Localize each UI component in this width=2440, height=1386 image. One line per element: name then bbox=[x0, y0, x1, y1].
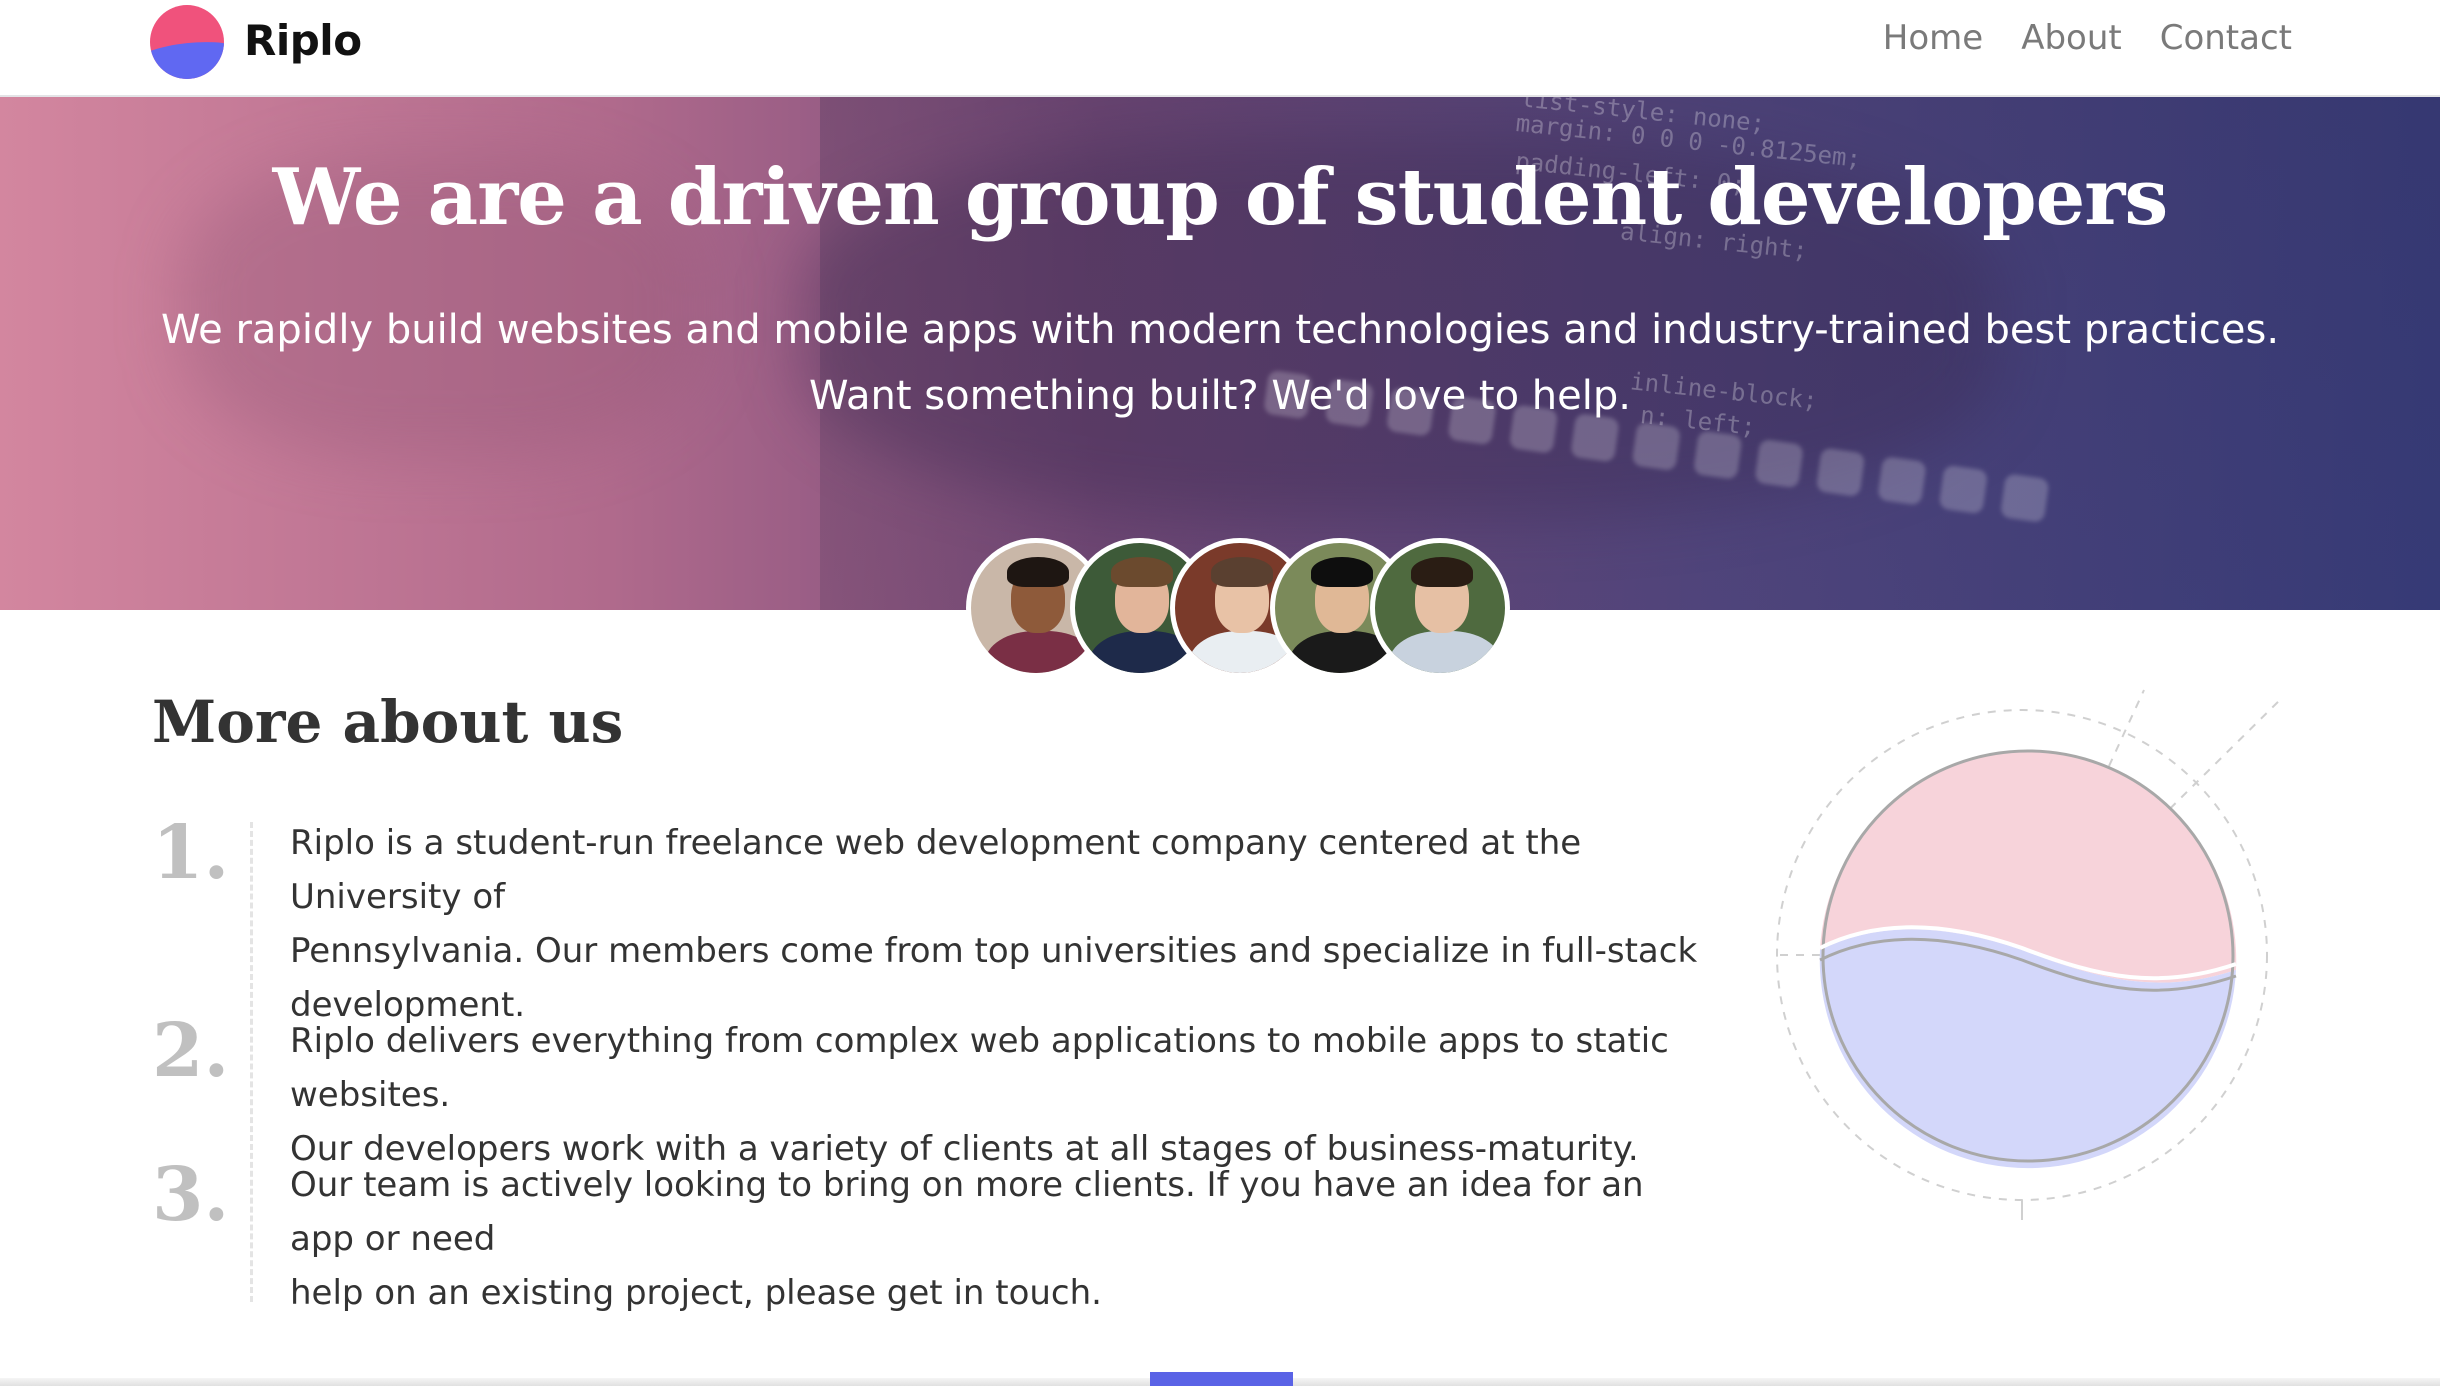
team-avatar[interactable] bbox=[1370, 538, 1510, 678]
item-text-line: Riplo delivers everything from complex w… bbox=[290, 1021, 1669, 1115]
brand-name[interactable]: Riplo bbox=[244, 16, 362, 65]
item-number: 1. bbox=[152, 810, 230, 896]
nav-link-contact[interactable]: Contact bbox=[2160, 18, 2292, 58]
navbar: Riplo Home About Contact bbox=[0, 0, 2440, 97]
item-number: 2. bbox=[152, 1008, 230, 1094]
item-text-line: Pennsylvania. Our members come from top … bbox=[290, 931, 1698, 971]
hero-banner: list-style: none; margin: 0 0 0 -0.8125e… bbox=[0, 97, 2440, 610]
hero-subtitle-line2: Want something built? We'd love to help. bbox=[809, 373, 1631, 419]
item-text-line: Riplo is a student-run freelance web dev… bbox=[290, 823, 1582, 917]
hero-subtitle-line1: We rapidly build websites and mobile app… bbox=[160, 307, 2280, 353]
nav-link-home[interactable]: Home bbox=[1883, 18, 1983, 58]
nav-links: Home About Contact bbox=[1883, 18, 2292, 58]
item-text: Our team is actively looking to bring on… bbox=[290, 1158, 1710, 1320]
riplo-logo-icon[interactable] bbox=[150, 5, 224, 79]
scroll-indicator-tab[interactable] bbox=[1150, 1372, 1293, 1386]
about-list-divider bbox=[250, 822, 253, 1302]
logo-sketch-illustration bbox=[1776, 689, 2280, 1220]
hero-title: We are a driven group of student develop… bbox=[272, 152, 2169, 243]
about-heading: More about us bbox=[152, 688, 624, 756]
item-text-line: help on an existing project, please get … bbox=[290, 1273, 1102, 1313]
item-text-line: Our team is actively looking to bring on… bbox=[290, 1165, 1644, 1259]
item-number: 3. bbox=[152, 1152, 230, 1238]
nav-link-about[interactable]: About bbox=[2021, 18, 2122, 58]
hero-subtitle: We rapidly build websites and mobile app… bbox=[0, 297, 2440, 429]
item-text: Riplo is a student-run freelance web dev… bbox=[290, 816, 1710, 1032]
item-text: Riplo delivers everything from complex w… bbox=[290, 1014, 1710, 1176]
